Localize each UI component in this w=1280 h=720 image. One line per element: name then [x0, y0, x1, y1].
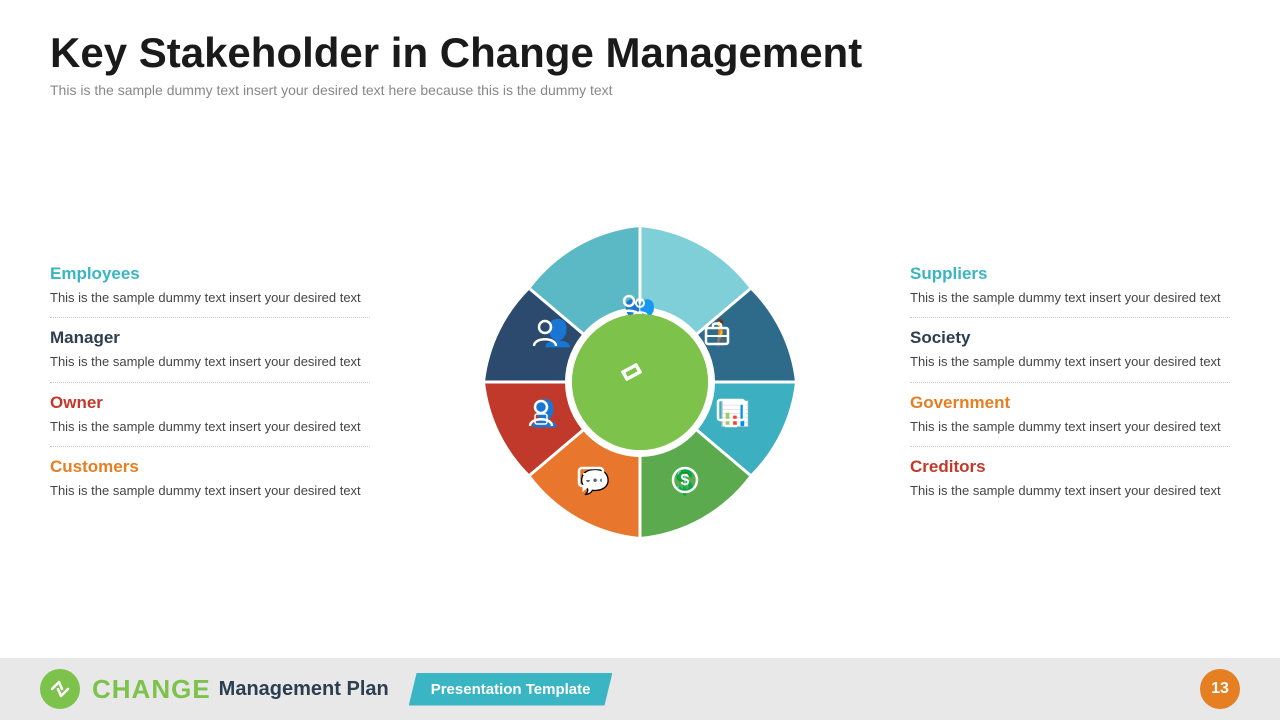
footer-brand-mgmt: Management Plan: [219, 678, 389, 701]
stakeholder-title-manager: Manager: [50, 328, 370, 348]
footer-brand-change: CHANGE: [92, 674, 211, 705]
stakeholder-customers: Customers This is the sample dummy text …: [50, 447, 370, 511]
stakeholder-owner: Owner This is the sample dummy text inse…: [50, 383, 370, 448]
footer-logo: [40, 669, 80, 709]
stakeholder-text-society: This is the sample dummy text insert you…: [910, 352, 1230, 372]
title-section: Key Stakeholder in Change Management Thi…: [50, 30, 1230, 108]
main-content: Key Stakeholder in Change Management Thi…: [0, 0, 1280, 658]
footer-logo-icon: [48, 677, 72, 701]
stakeholder-suppliers: Suppliers This is the sample dummy text …: [910, 254, 1230, 319]
stakeholder-society: Society This is the sample dummy text in…: [910, 318, 1230, 383]
stakeholder-text-owner: This is the sample dummy text insert you…: [50, 417, 370, 437]
footer-page-number: 13: [1200, 669, 1240, 709]
stakeholder-title-government: Government: [910, 393, 1230, 413]
slide: Key Stakeholder in Change Management Thi…: [0, 0, 1280, 720]
stakeholder-employees: Employees This is the sample dummy text …: [50, 254, 370, 319]
footer-badge: Presentation Template: [409, 673, 613, 706]
stakeholder-title-suppliers: Suppliers: [910, 264, 1230, 284]
stakeholder-text-customers: This is the sample dummy text insert you…: [50, 481, 370, 501]
left-column: Employees This is the sample dummy text …: [50, 254, 390, 511]
wheel-diagram: ❯❮ 👥 🚶 📊 💲 💬 👤 👤: [470, 212, 810, 552]
stakeholder-title-employees: Employees: [50, 264, 370, 284]
stakeholder-manager: Manager This is the sample dummy text in…: [50, 318, 370, 383]
svg-text:💬: 💬: [580, 468, 610, 496]
svg-text:$: $: [681, 472, 690, 489]
stakeholder-creditors: Creditors This is the sample dummy text …: [910, 447, 1230, 511]
stakeholder-text-creditors: This is the sample dummy text insert you…: [910, 481, 1230, 501]
stakeholder-text-suppliers: This is the sample dummy text insert you…: [910, 288, 1230, 308]
stakeholder-title-creditors: Creditors: [910, 457, 1230, 477]
page-subtitle: This is the sample dummy text insert you…: [50, 82, 1230, 98]
stakeholder-title-owner: Owner: [50, 393, 370, 413]
right-column: Suppliers This is the sample dummy text …: [890, 254, 1230, 511]
svg-text:📊: 📊: [720, 400, 750, 428]
footer: CHANGE Management Plan Presentation Temp…: [0, 658, 1280, 720]
diagram-container: ❯❮ 👥 🚶 📊 💲 💬 👤 👤: [390, 212, 890, 552]
stakeholder-text-manager: This is the sample dummy text insert you…: [50, 352, 370, 372]
stakeholder-text-government: This is the sample dummy text insert you…: [910, 417, 1230, 437]
stakeholder-government: Government This is the sample dummy text…: [910, 383, 1230, 448]
stakeholder-text-employees: This is the sample dummy text insert you…: [50, 288, 370, 308]
content-area: Employees This is the sample dummy text …: [50, 116, 1230, 648]
stakeholder-title-society: Society: [910, 328, 1230, 348]
page-title: Key Stakeholder in Change Management: [50, 30, 1230, 76]
stakeholder-title-customers: Customers: [50, 457, 370, 477]
